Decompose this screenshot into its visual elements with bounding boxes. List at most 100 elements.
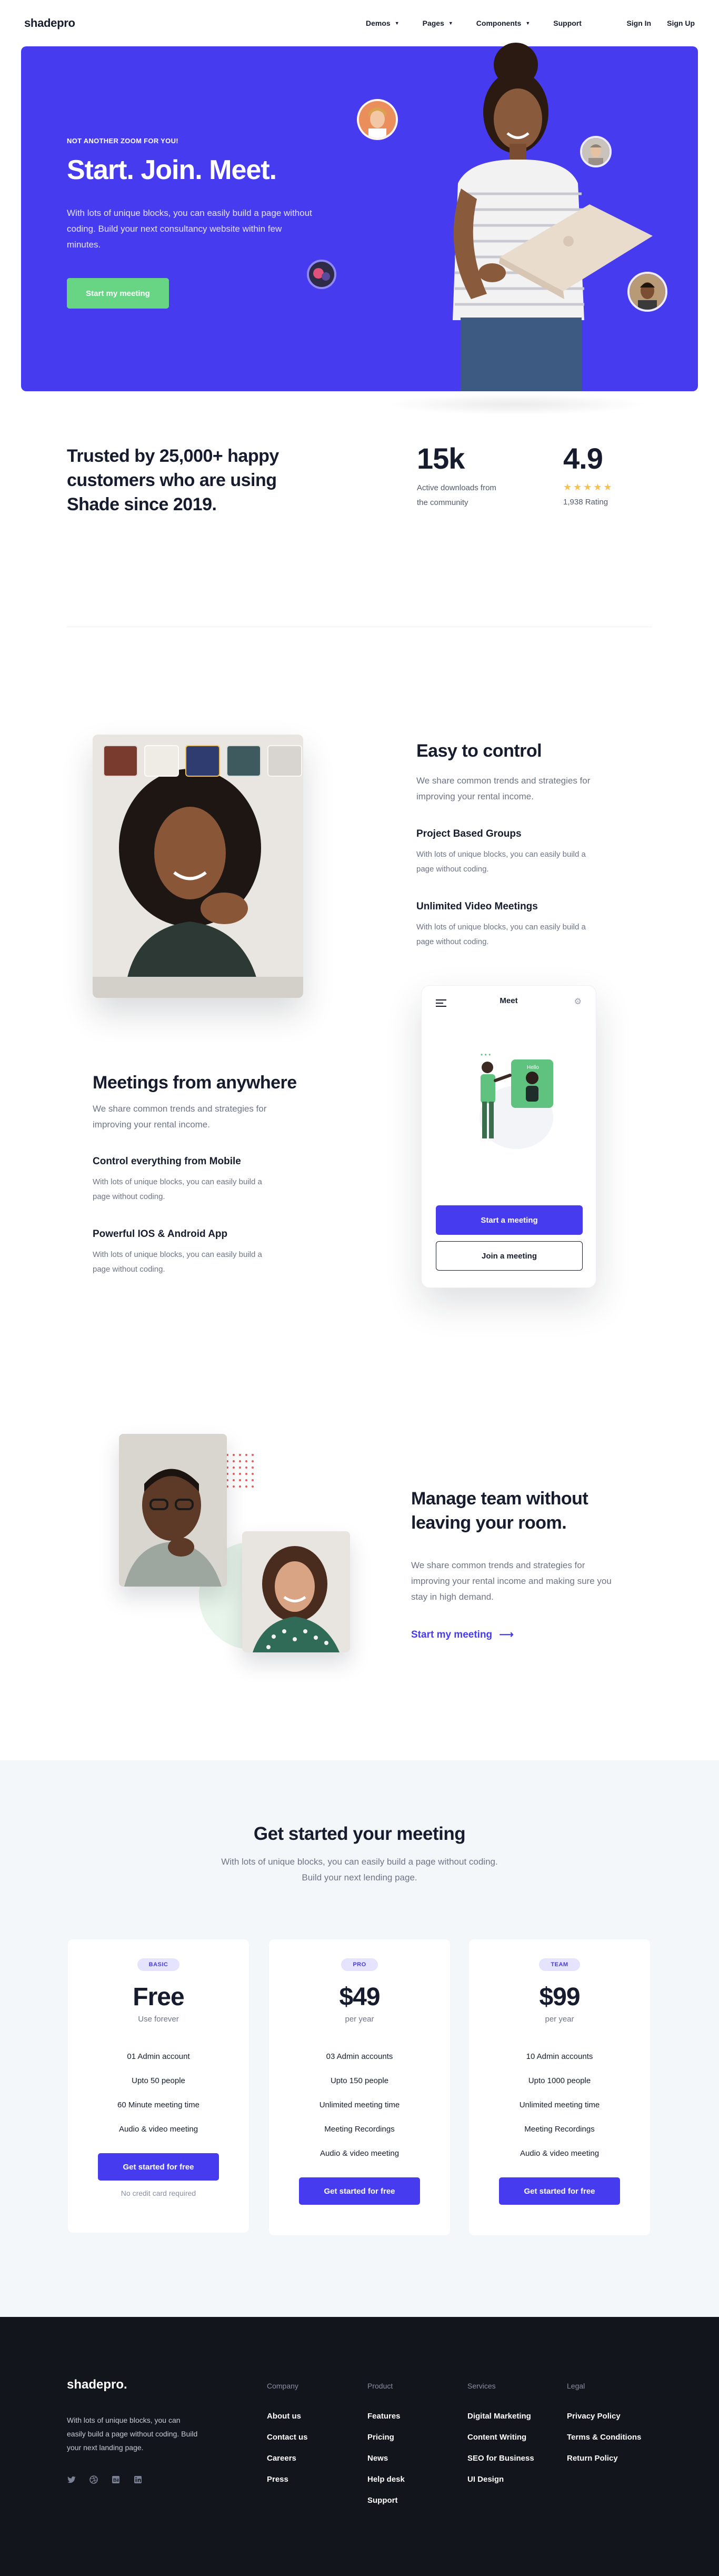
plan-feature: Upto 150 people (330, 2076, 389, 2085)
plan-price: Free (133, 1983, 184, 2011)
feature-description: We share common trends and strategies fo… (416, 776, 591, 801)
rating-label: 1,938 Rating (563, 498, 608, 507)
svg-text:Hello: Hello (527, 1065, 539, 1071)
pricing-title: Get started your meeting (253, 1824, 466, 1844)
footer-column-heading: Product (367, 2382, 393, 2390)
video-call-card (93, 735, 303, 998)
brand-logo[interactable]: shadepro (24, 16, 75, 30)
footer-link[interactable]: UI Design (467, 2469, 534, 2490)
footer-link[interactable]: Help desk (367, 2469, 405, 2490)
participant-thumbnails (103, 745, 302, 777)
participant-avatar (627, 272, 667, 312)
site-footer: shadepro. With lots of unique blocks, yo… (0, 2317, 719, 2576)
twitter-icon[interactable] (67, 2475, 76, 2484)
footer-column-heading: Services (467, 2382, 496, 2390)
participant-thumbnail[interactable] (226, 745, 261, 777)
plan-feature: Audio & video meeting (319, 2149, 400, 2158)
downloads-label: Active downloads from the community (417, 483, 496, 507)
feature-item-title: Unlimited Video Meetings (416, 901, 538, 912)
get-started-button[interactable]: Get started for free (98, 2153, 219, 2181)
participant-avatar (307, 260, 336, 289)
footer-logo[interactable]: shadepro. (67, 2377, 127, 2392)
pricing-card-pro: PRO $49 per year 03 Admin accounts Upto … (269, 1939, 450, 2235)
footer-column-legal: Legal Privacy Policy Terms & Conditions … (567, 2382, 641, 2469)
pricing-subtitle: With lots of unique blocks, you can easi… (221, 1857, 498, 1883)
feature-item-text: With lots of unique blocks, you can easi… (416, 850, 586, 874)
pricing-card-basic: BASIC Free Use forever 01 Admin account … (68, 1939, 249, 2233)
start-meeting-button[interactable]: Start my meeting (67, 278, 169, 309)
feature-item-text: With lots of unique blocks, you can easi… (93, 1250, 262, 1274)
man-laughing-photo (119, 1434, 227, 1587)
plan-badge: BASIC (137, 1958, 180, 1971)
start-a-meeting-button[interactable]: Start a meeting (436, 1205, 583, 1235)
feature-item-title: Control everything from Mobile (93, 1156, 241, 1167)
hero-eyebrow: NOT ANOTHER ZOOM FOR YOU! (67, 137, 178, 145)
footer-link[interactable]: News (367, 2448, 405, 2469)
footer-link[interactable]: Privacy Policy (567, 2406, 641, 2427)
hero-woman-with-laptop-image (453, 43, 653, 391)
rating-stat: 4.9 ★★★★★ 1,938 Rating (563, 441, 614, 510)
dribbble-icon[interactable] (89, 2475, 98, 2484)
linkedin-icon[interactable] (133, 2475, 143, 2484)
plan-feature: Unlimited meeting time (319, 2101, 400, 2109)
footer-link[interactable]: About us (267, 2406, 308, 2427)
footer-link[interactable]: Pricing (367, 2427, 405, 2448)
man-avatar-image (630, 274, 665, 310)
footer-link[interactable]: Press (267, 2469, 308, 2490)
hero-section: NOT ANOTHER ZOOM FOR YOU! Start. Join. M… (21, 43, 698, 415)
plan-feature: Upto 50 people (132, 2076, 185, 2085)
footer-link[interactable]: Support (367, 2490, 405, 2511)
mobile-app-mockup: Meet ⚙ Hello • • • Start a meeting Join … (421, 985, 596, 1288)
plan-period: per year (345, 2015, 374, 2024)
get-started-button[interactable]: Get started for free (499, 2177, 620, 2205)
plan-features: 03 Admin accounts Upto 150 people Unlimi… (269, 2045, 450, 2166)
feature-description: We share common trends and strategies fo… (93, 1104, 267, 1130)
plan-note: No credit card required (121, 2189, 196, 2197)
man-avatar-image (582, 138, 610, 165)
start-meeting-link[interactable]: Start my meeting ⟶ (411, 1629, 514, 1641)
footer-column-services: Services Digital Marketing Content Writi… (467, 2382, 534, 2490)
downloads-stat: 15k Active downloads from the community (417, 441, 506, 510)
footer-link[interactable]: Contact us (267, 2427, 308, 2448)
plan-price: $49 (339, 1983, 380, 2011)
plan-feature: Meeting Recordings (324, 2125, 395, 2134)
footer-link[interactable]: Content Writing (467, 2427, 534, 2448)
woman-smiling-photo (242, 1531, 350, 1652)
join-a-meeting-button[interactable]: Join a meeting (436, 1241, 583, 1271)
manage-team-section: Manage team without leaving your room. W… (0, 1434, 719, 1760)
footer-link[interactable]: Return Policy (567, 2448, 641, 2469)
get-started-button[interactable]: Get started for free (299, 2177, 420, 2205)
participant-thumbnail[interactable] (144, 745, 179, 777)
footer-link[interactable]: Features (367, 2406, 405, 2427)
plan-price: $99 (539, 1983, 580, 2011)
app-title: Meet (500, 996, 518, 1005)
behance-icon[interactable]: Bē (111, 2475, 121, 2484)
footer-column-company: Company About us Contact us Careers Pres… (267, 2382, 308, 2490)
plan-period: per year (545, 2015, 574, 2024)
participant-thumbnail[interactable] (185, 745, 220, 777)
arrow-right-icon: ⟶ (499, 1629, 514, 1640)
video-meeting-illustration: Hello • • • (480, 1051, 553, 1149)
feature-title: Easy to control (416, 741, 542, 761)
footer-link[interactable]: Terms & Conditions (567, 2427, 641, 2448)
feature-item-text: With lots of unique blocks, you can easi… (93, 1177, 262, 1201)
participant-avatar (357, 99, 398, 140)
plan-badge: PRO (341, 1958, 378, 1971)
plan-feature: 10 Admin accounts (526, 2052, 593, 2061)
footer-link[interactable]: Digital Marketing (467, 2406, 534, 2427)
footer-link[interactable]: SEO for Business (467, 2448, 534, 2469)
footer-column-product: Product Features Pricing News Help desk … (367, 2382, 405, 2511)
hero-description: With lots of unique blocks, you can easi… (67, 208, 312, 250)
person-avatar-image (309, 262, 334, 287)
participant-thumbnail[interactable] (267, 745, 302, 777)
pricing-card-team: TEAM $99 per year 10 Admin accounts Upto… (469, 1939, 650, 2235)
footer-column-heading: Company (267, 2382, 298, 2390)
plan-features: 01 Admin account Upto 50 people 60 Minut… (68, 2045, 249, 2142)
plan-badge: TEAM (539, 1958, 580, 1971)
plan-feature: Upto 1000 people (528, 2076, 591, 2085)
settings-gear-icon[interactable]: ⚙ (574, 996, 582, 1007)
feature-item-title: Powerful IOS & Android App (93, 1228, 228, 1240)
participant-thumbnail[interactable] (103, 745, 138, 777)
footer-link[interactable]: Careers (267, 2448, 308, 2469)
easy-control-section: Easy to control We share common trends a… (0, 655, 719, 1023)
